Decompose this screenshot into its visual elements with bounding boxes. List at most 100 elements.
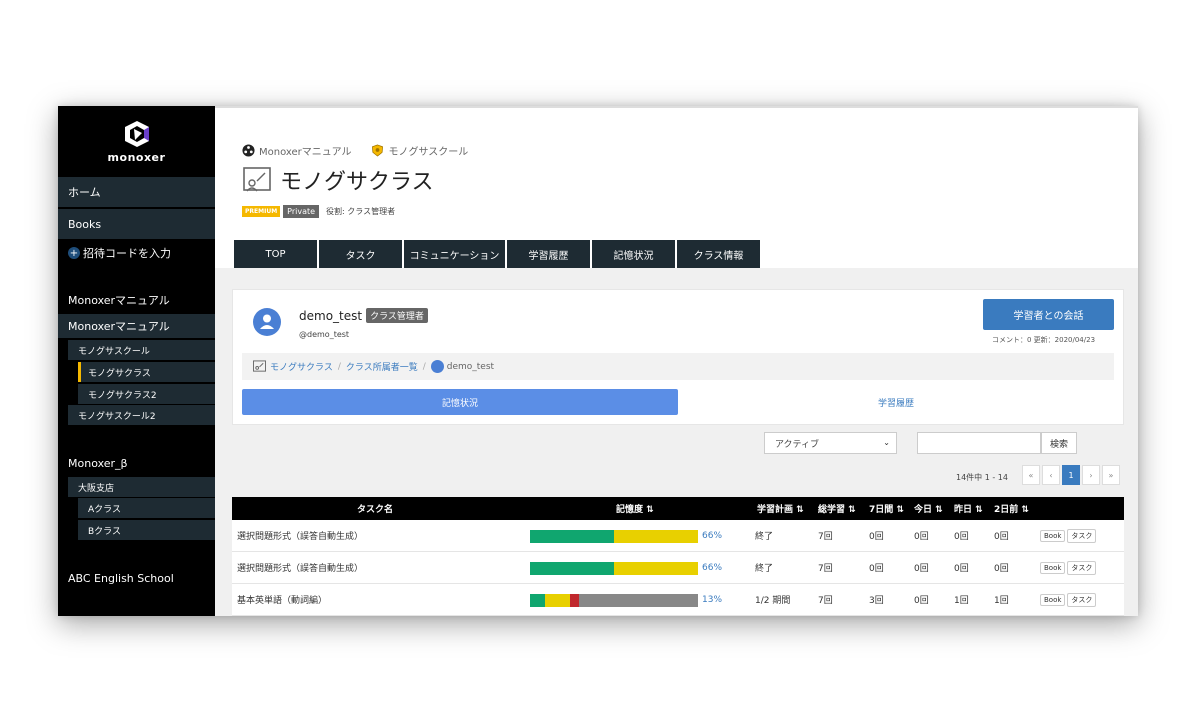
table-row[interactable]: 基本英単語（動詞編） 13% 1/2 期間 7回 3回 0回 1回 1回 Book タスク <box>232 584 1124 616</box>
page-last-button[interactable]: » <box>1102 465 1120 485</box>
sidebar-item-label: Monoxerマニュアル <box>68 294 170 307</box>
task-button[interactable]: タスク <box>1067 592 1097 607</box>
sidebar-heading-manual[interactable]: Monoxerマニュアル <box>58 289 215 311</box>
plus-icon: + <box>68 247 80 259</box>
user-name-row: demo_test クラス管理者 <box>299 308 428 323</box>
sidebar-item-books[interactable]: Books <box>58 209 215 239</box>
page-first-button[interactable]: « <box>1022 465 1040 485</box>
sidebar-heading-abc[interactable]: ABC English School <box>58 567 215 589</box>
school-shield-icon <box>372 144 384 157</box>
path-members-link[interactable]: クラス所属者一覧 <box>346 360 418 373</box>
days2-cell: 0回 <box>994 564 1009 574</box>
row-actions: Book タスク <box>1040 584 1097 615</box>
film-reel-icon <box>242 144 255 157</box>
user-handle: @demo_test <box>299 330 350 339</box>
sidebar-item-class-b[interactable]: Bクラス <box>78 520 215 540</box>
col-memory[interactable]: 記憶度 ⇅ <box>616 497 654 520</box>
sidebar-item-invite[interactable]: + 招待コードを入力 <box>58 242 215 264</box>
col-7days[interactable]: 7日間 ⇅ <box>869 497 904 520</box>
table-row[interactable]: 選択問題形式（誤答自動生成） 66% 終了 7回 0回 0回 0回 0回 Book タスク <box>232 520 1124 552</box>
task-name[interactable]: 選択問題形式（誤答自動生成） <box>237 520 363 551</box>
tab-tasks[interactable]: タスク <box>319 240 402 268</box>
memory-bar-segment <box>530 594 546 607</box>
page-1-button[interactable]: 1 <box>1062 465 1080 485</box>
sidebar-item-class-a[interactable]: Aクラス <box>78 498 215 518</box>
col-plan[interactable]: 学習計画 ⇅ <box>757 497 804 520</box>
sidebar-item-home[interactable]: ホーム <box>58 177 215 207</box>
memory-bar-segment <box>545 594 571 607</box>
subtab-memory-status[interactable]: 記憶状況 <box>242 389 678 415</box>
col-today[interactable]: 今日 ⇅ <box>914 497 943 520</box>
row-actions: Book タスク <box>1040 520 1097 551</box>
sidebar-item-label: 招待コードを入力 <box>83 247 171 260</box>
book-button[interactable]: Book <box>1040 593 1066 606</box>
subtab-learning-history[interactable]: 学習履歴 <box>678 389 1114 415</box>
tab-communication[interactable]: コミュニケーション <box>404 240 505 268</box>
sidebar: monoxer ホーム Books + 招待コードを入力 Monoxerマニュア… <box>58 106 215 616</box>
col-task-name[interactable]: タスク名 <box>357 497 393 520</box>
tab-bar: TOP タスク コミュニケーション 学習履歴 記憶状況 クラス情報 <box>234 240 760 268</box>
total-cell: 7回 <box>818 532 833 542</box>
total-cell: 7回 <box>818 596 833 606</box>
role-label: 役割: クラス管理者 <box>326 207 396 216</box>
sidebar-item-label: モノグサスクール2 <box>78 411 156 422</box>
row-actions: Book タスク <box>1040 552 1097 583</box>
sidebar-item-label: Aクラス <box>88 504 121 515</box>
sidebar-item-osaka[interactable]: 大阪支店 <box>68 477 215 497</box>
memory-percent: 66% <box>702 530 723 541</box>
learner-conversation-button[interactable]: 学習者との会話 <box>983 299 1114 330</box>
user-name: demo_test <box>299 308 363 323</box>
tab-learning-history[interactable]: 学習履歴 <box>507 240 590 268</box>
path-user: demo_test <box>446 361 495 372</box>
tab-class-info[interactable]: クラス情報 <box>677 240 760 268</box>
page-next-button[interactable]: › <box>1082 465 1100 485</box>
member-breadcrumb: モノグサクラス / クラス所属者一覧 / demo_test <box>242 353 1114 380</box>
search-input[interactable] <box>917 432 1041 454</box>
days2-cell: 0回 <box>994 532 1009 542</box>
days7-cell: 0回 <box>869 532 884 542</box>
sidebar-item-label: Bクラス <box>88 526 121 537</box>
page-title: モノグサクラス <box>280 170 434 195</box>
page-prev-button[interactable]: ‹ <box>1042 465 1060 485</box>
user-avatar-icon <box>430 360 444 373</box>
tab-memory-status[interactable]: 記憶状況 <box>592 240 675 268</box>
sidebar-item-school1[interactable]: モノグサスクール <box>68 340 215 360</box>
status-select[interactable]: アクティブ ⌄ <box>764 432 897 454</box>
sidebar-heading-beta[interactable]: Monoxer_β <box>58 452 215 474</box>
user-icon <box>260 314 274 329</box>
sidebar-item-school2[interactable]: モノグサスクール2 <box>68 405 215 425</box>
sidebar-item-label: Books <box>68 217 102 231</box>
sidebar-item-manual[interactable]: Monoxerマニュアル <box>58 314 215 338</box>
yesterday-cell: 0回 <box>954 564 969 574</box>
path-separator: / <box>422 361 426 372</box>
sidebar-item-label: モノグサスクール <box>78 346 150 357</box>
task-button[interactable]: タスク <box>1067 528 1097 543</box>
table-row[interactable]: 選択問題形式（誤答自動生成） 66% 終了 7回 0回 0回 0回 0回 Book タスク <box>232 552 1124 584</box>
search-button[interactable]: 検索 <box>1041 432 1077 454</box>
logo[interactable]: monoxer <box>58 106 215 176</box>
path-separator: / <box>337 361 341 372</box>
book-button[interactable]: Book <box>1040 561 1066 574</box>
premium-badge: PREMIUM <box>242 206 281 217</box>
task-name[interactable]: 基本英単語（動詞編） <box>237 584 327 615</box>
crumb-school[interactable]: モノグサスクール <box>388 143 468 158</box>
app-window: monoxer ホーム Books + 招待コードを入力 Monoxerマニュア… <box>58 106 1138 616</box>
book-button[interactable]: Book <box>1040 529 1066 542</box>
tab-top[interactable]: TOP <box>234 240 317 268</box>
comment-meta: コメント：0 更新：2020/04/23 <box>992 336 1096 344</box>
sidebar-item-label: Monoxerマニュアル <box>68 320 170 333</box>
memory-bar <box>530 530 698 543</box>
col-yesterday[interactable]: 昨日 ⇅ <box>954 497 983 520</box>
title-row: モノグサクラス <box>242 164 434 196</box>
path-class-link[interactable]: モノグサクラス <box>270 360 333 373</box>
task-name[interactable]: 選択問題形式（誤答自動生成） <box>237 552 363 583</box>
task-button[interactable]: タスク <box>1067 560 1097 575</box>
sidebar-item-class2[interactable]: モノグサクラス2 <box>78 384 215 404</box>
col-2days[interactable]: 2日前 ⇅ <box>994 497 1029 520</box>
col-total[interactable]: 総学習 ⇅ <box>818 497 856 520</box>
memory-percent: 66% <box>702 562 723 573</box>
today-cell: 0回 <box>914 532 929 542</box>
crumb-manual[interactable]: Monoxerマニュアル <box>259 143 351 158</box>
user-card: demo_test クラス管理者 @demo_test 学習者との会話 コメント… <box>232 289 1124 425</box>
sidebar-item-class1[interactable]: モノグサクラス <box>78 362 215 382</box>
